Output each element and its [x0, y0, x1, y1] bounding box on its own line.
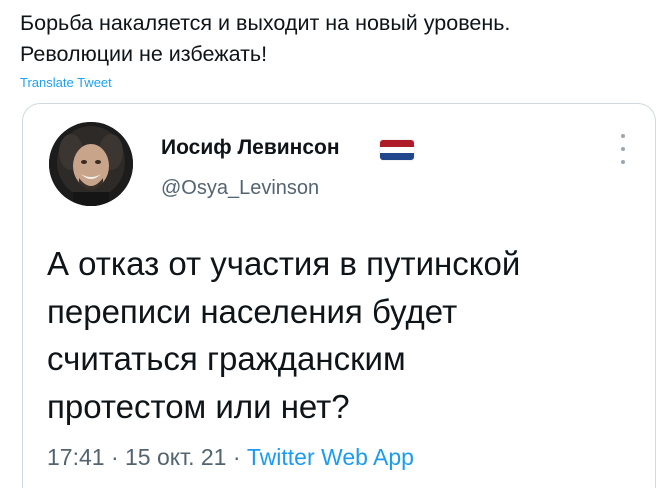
- tweet-meta: 17:41 · 15 окт. 21 · Twitter Web App: [47, 444, 414, 471]
- tweet-text-line: Борьба накаляется и выходит на новый уро…: [20, 11, 511, 35]
- meta-separator: ·: [232, 444, 241, 470]
- tweet-date[interactable]: 15 окт. 21: [125, 444, 226, 470]
- quoted-text-line: протестом или нет?: [47, 387, 350, 425]
- author-handle[interactable]: @Osya_Levinson: [161, 177, 319, 200]
- quoted-tweet-card[interactable]: Иосиф Левинсон @Osya_Levinson А отказ от…: [22, 103, 656, 488]
- netherlands-flag-icon: [380, 140, 414, 160]
- avatar[interactable]: [49, 122, 133, 206]
- tweet-text: Борьба накаляется и выходит на новый уро…: [20, 8, 650, 70]
- quoted-text-line: считаться гражданским: [47, 340, 406, 377]
- avatar-photo: [49, 122, 133, 206]
- quoted-text-line: А отказ от участия в путинской: [47, 245, 521, 282]
- tweet-time[interactable]: 17:41: [47, 444, 105, 470]
- source-app-link[interactable]: Twitter Web App: [247, 444, 414, 470]
- meta-separator: ·: [110, 444, 119, 470]
- quoted-text-line: переписи населения будет: [47, 292, 458, 330]
- quoted-tweet-text: А отказ от участия в путинской переписи …: [47, 240, 647, 430]
- tweet-text-line: Революции не избежать!: [20, 42, 268, 66]
- author-name[interactable]: Иосиф Левинсон: [161, 136, 340, 160]
- more-options-icon[interactable]: [617, 134, 629, 164]
- translate-tweet-link[interactable]: Translate Tweet: [20, 75, 112, 90]
